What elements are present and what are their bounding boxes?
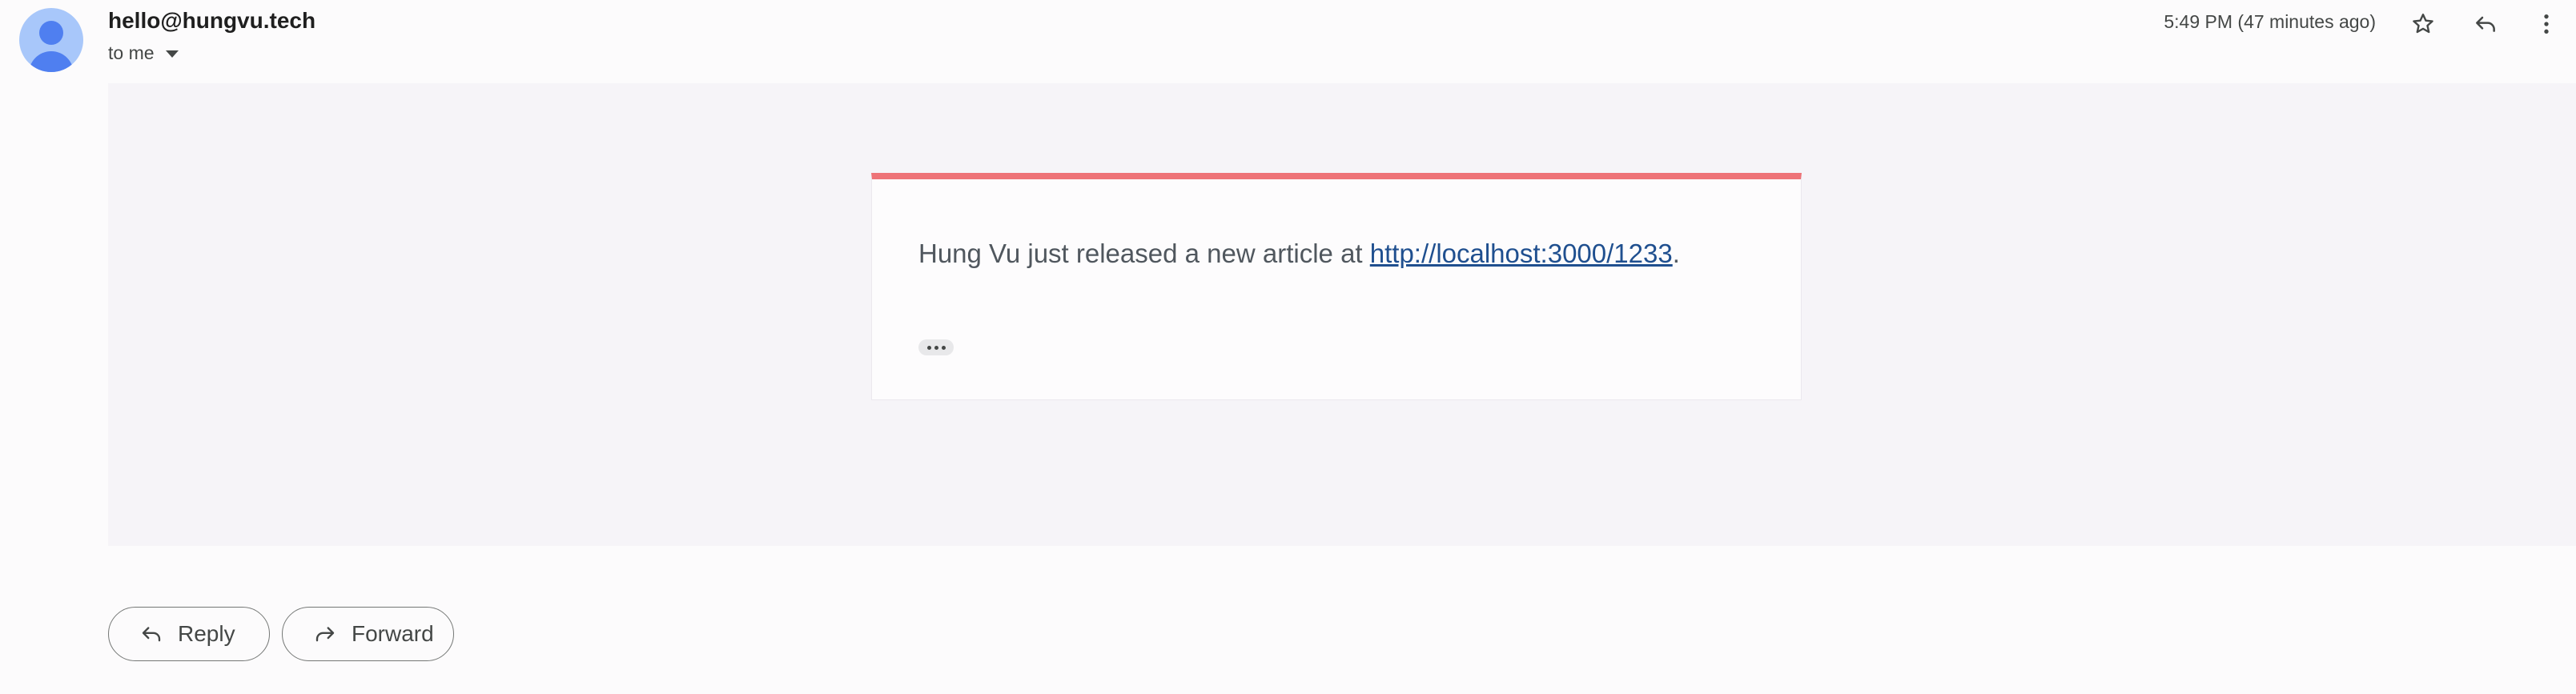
sender-email[interactable]: hello@hungvu.tech [108,8,315,34]
reply-button-label: Reply [178,621,235,646]
recipient-details[interactable]: to me [108,42,179,64]
sender-avatar[interactable] [19,8,83,72]
star-icon[interactable] [2405,6,2441,42]
avatar-body-shape [29,51,74,72]
notification-card: Hung Vu just released a new article at h… [871,173,1802,400]
ellipsis-dot-icon [926,345,931,350]
forward-button[interactable]: Forward [282,607,454,661]
ellipsis-dot-icon [941,345,946,350]
avatar-head-shape [39,21,63,45]
message-text-after: . [1672,239,1680,268]
email-body: Hung Vu just released a new article at h… [108,83,2576,546]
forward-button-label: Forward [352,621,434,646]
article-link[interactable]: http://localhost:3000/1233 [1370,239,1673,268]
reply-arrow-icon [139,622,163,646]
show-trimmed-content-button[interactable] [918,339,954,355]
reply-button[interactable]: Reply [108,607,270,661]
caret-down-icon[interactable] [165,50,179,58]
forward-arrow-icon [313,622,337,646]
more-vert-icon[interactable] [2529,6,2564,42]
ellipsis-dot-icon [934,345,938,350]
recipient-label: to me [108,42,155,63]
message-text-before: Hung Vu just released a new article at [918,239,1370,268]
reply-icon[interactable] [2468,6,2503,42]
message-timestamp: 5:49 PM (47 minutes ago) [2164,11,2376,32]
email-view: hello@hungvu.tech to me 5:49 PM (47 minu… [0,0,2576,694]
message-text: Hung Vu just released a new article at h… [918,231,1751,277]
